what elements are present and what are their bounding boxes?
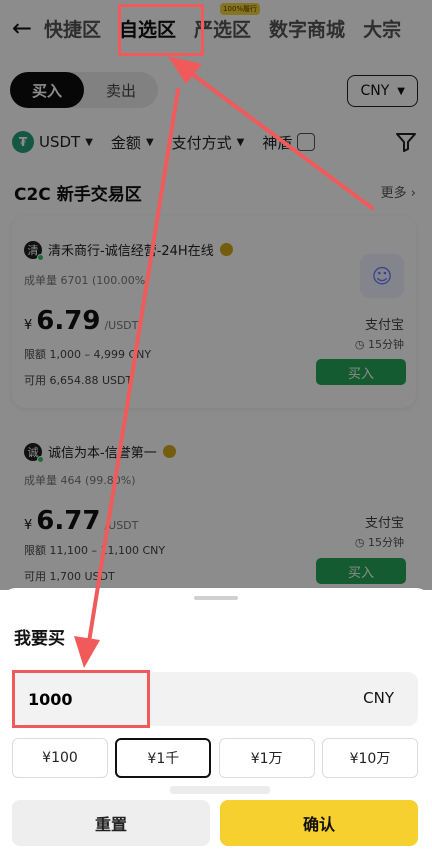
- confirm-button[interactable]: 确认: [220, 800, 418, 846]
- amount-unit: CNY: [363, 689, 394, 707]
- quick-amount-10k[interactable]: ¥1万: [218, 738, 315, 778]
- sheet-actions: 重置 确认: [12, 800, 418, 846]
- sheet-title: 我要买: [14, 629, 65, 649]
- reset-button[interactable]: 重置: [12, 800, 210, 846]
- modal-backdrop[interactable]: [0, 0, 432, 590]
- quick-amount-row: ¥100 ¥1千 ¥1万 ¥10万: [12, 738, 418, 778]
- annotation-highlight-input: [12, 670, 150, 728]
- quick-amount-100[interactable]: ¥100: [12, 738, 108, 778]
- buy-amount-sheet: 我要买 CNY ¥100 ¥1千 ¥1万 ¥10万 重置 确认: [0, 588, 432, 850]
- quick-amount-100k[interactable]: ¥10万: [321, 738, 418, 778]
- sheet-drag-handle[interactable]: [194, 596, 238, 600]
- blurred-text: [170, 786, 270, 794]
- annotation-highlight-tab: [118, 4, 204, 56]
- quick-amount-1k[interactable]: ¥1千: [115, 738, 212, 778]
